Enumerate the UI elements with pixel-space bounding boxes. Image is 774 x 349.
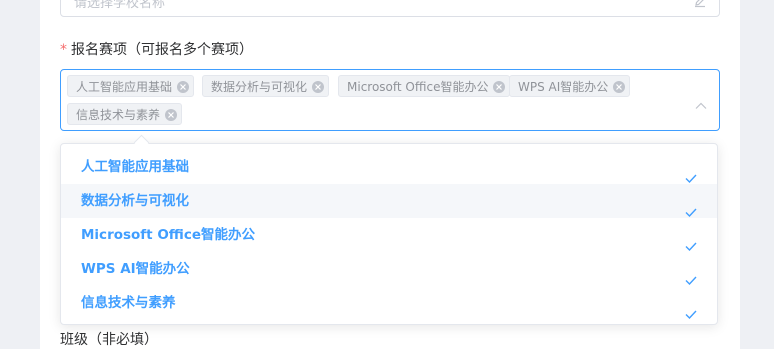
option-label: 数据分析与可视化 (81, 193, 189, 209)
selected-tag: WPS AI智能办公 (509, 75, 631, 97)
dropdown-option[interactable]: Microsoft Office智能办公 (61, 218, 717, 252)
tag-close-icon[interactable] (613, 81, 626, 93)
option-label: WPS AI智能办公 (81, 261, 190, 277)
dropdown-option[interactable]: 数据分析与可视化 (61, 184, 717, 218)
selected-tag: Microsoft Office智能办公 (338, 75, 511, 97)
required-mark: * (60, 42, 67, 58)
selected-tag: 信息技术与素养 (67, 103, 183, 125)
tag-label: 信息技术与素养 (76, 108, 161, 122)
tag-close-icon[interactable] (177, 81, 190, 93)
check-icon (685, 298, 697, 332)
option-label: 人工智能应用基础 (81, 159, 189, 175)
events-dropdown: 人工智能应用基础 数据分析与可视化 Microsoft Office智能办公 W… (60, 143, 718, 325)
school-name-input[interactable]: 请选择学校名称 (60, 0, 720, 17)
tag-label: Microsoft Office智能办公 (347, 80, 489, 94)
selected-tag: 人工智能应用基础 (67, 75, 195, 97)
tag-label: 数据分析与可视化 (211, 80, 308, 94)
tag-label: 人工智能应用基础 (76, 80, 173, 94)
option-label: Microsoft Office智能办公 (81, 227, 256, 243)
edit-icon (693, 0, 707, 12)
events-label: * 报名赛项（可报名多个赛项） (60, 39, 253, 59)
tag-close-icon[interactable] (493, 81, 506, 93)
class-label: 班级（非必填） (60, 332, 158, 348)
dropdown-option[interactable]: 人工智能应用基础 (61, 150, 717, 184)
option-label: 信息技术与素养 (81, 295, 176, 311)
events-multiselect[interactable]: 人工智能应用基础 数据分析与可视化 Microsoft Office智能办公 W… (60, 69, 720, 131)
tag-close-icon[interactable] (165, 109, 178, 121)
dropdown-option[interactable]: WPS AI智能办公 (61, 252, 717, 286)
school-name-placeholder: 请选择学校名称 (74, 0, 166, 11)
dropdown-option[interactable]: 信息技术与素养 (61, 286, 717, 320)
tag-close-icon[interactable] (312, 81, 325, 93)
events-label-text: 报名赛项（可报名多个赛项） (71, 42, 253, 58)
form-card: 请选择学校名称 * 报名赛项（可报名多个赛项） 人工智能应用基础 数据分析与可视化… (40, 0, 740, 349)
tag-label: WPS AI智能办公 (518, 80, 609, 94)
chevron-up-icon[interactable] (695, 95, 707, 114)
selected-tag: 数据分析与可视化 (202, 75, 330, 97)
